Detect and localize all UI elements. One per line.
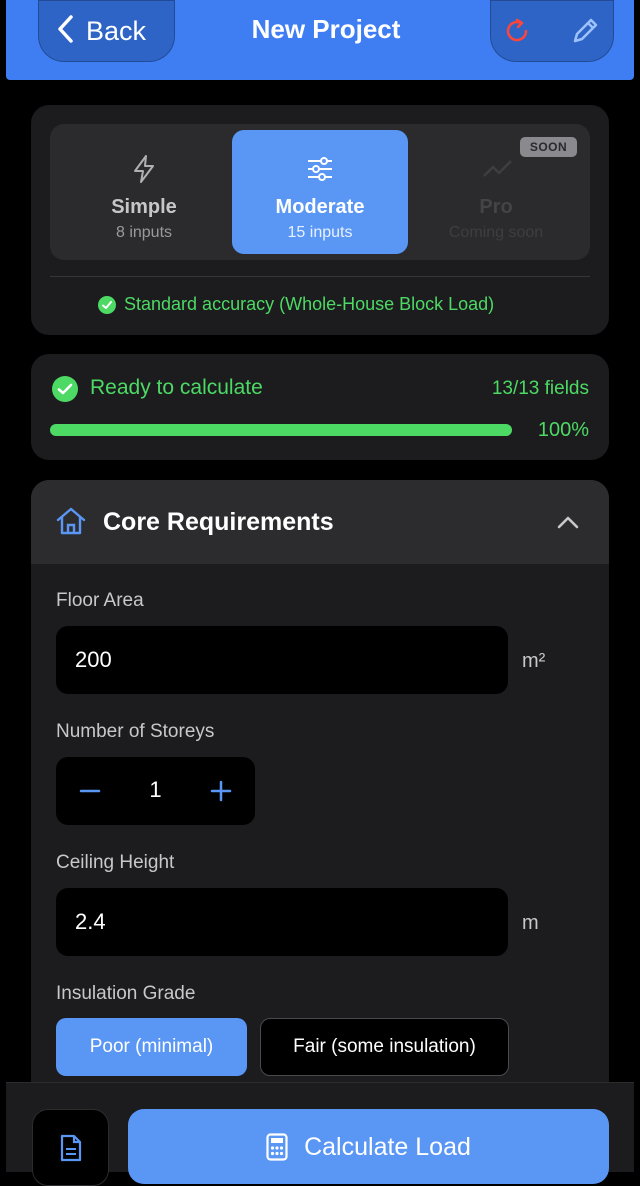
check-circle-icon <box>52 376 78 402</box>
storeys-stepper: 1 <box>56 757 255 825</box>
mode-name: Simple <box>111 196 177 218</box>
storeys-label: Number of Storeys <box>56 721 215 742</box>
top-bar: Back New Project <box>6 0 634 80</box>
back-button[interactable]: Back <box>38 0 175 62</box>
ceiling-height-input[interactable]: 2.4 <box>56 888 508 956</box>
insulation-option-fair[interactable]: Fair (some insulation) <box>260 1018 509 1076</box>
document-icon <box>60 1134 82 1162</box>
insulation-option-poor[interactable]: Poor (minimal) <box>56 1018 247 1076</box>
status-label: Ready to calculate <box>90 376 263 399</box>
progress-fill <box>50 424 512 436</box>
calculate-label: Calculate Load <box>304 1133 471 1161</box>
chevron-up-icon[interactable] <box>556 514 580 530</box>
progress-percent: 100% <box>537 419 589 441</box>
refresh-icon[interactable] <box>500 14 534 48</box>
section-header[interactable]: Core Requirements <box>31 480 609 564</box>
mode-simple[interactable]: Simple 8 inputs <box>56 130 232 254</box>
ceiling-height-label: Ceiling Height <box>56 852 175 873</box>
insulation-label: Insulation Grade <box>56 983 196 1004</box>
mode-name: Moderate <box>275 196 365 218</box>
section-title: Core Requirements <box>103 508 334 536</box>
mode-sub: 15 inputs <box>287 224 353 241</box>
floor-area-input[interactable]: 200 <box>56 626 508 694</box>
plus-icon[interactable] <box>209 779 233 803</box>
floor-area-label: Floor Area <box>56 590 144 611</box>
fields-count: 13/13 fields <box>491 378 589 399</box>
document-button[interactable] <box>32 1109 109 1186</box>
mode-sub: Coming soon <box>448 224 544 241</box>
back-label: Back <box>86 15 147 46</box>
check-circle-icon <box>98 295 116 314</box>
accuracy-text: Standard accuracy (Whole-House Block Loa… <box>124 294 495 314</box>
trend-icon <box>483 160 512 177</box>
ceiling-height-unit: m <box>522 912 539 934</box>
mode-moderate[interactable]: Moderate 15 inputs <box>232 130 408 254</box>
mode-sub: 8 inputs <box>115 224 173 241</box>
calculator-icon <box>266 1133 288 1161</box>
page-title: New Project <box>251 14 401 44</box>
floor-area-unit: m² <box>522 650 546 672</box>
divider <box>50 276 590 277</box>
lightning-icon <box>134 155 154 183</box>
accuracy-note: Standard accuracy (Whole-House Block Loa… <box>98 294 494 315</box>
calculate-button[interactable]: Calculate Load <box>128 1109 609 1184</box>
status-card <box>31 354 609 460</box>
pencil-icon[interactable] <box>568 14 602 48</box>
chevron-left-icon <box>56 14 74 49</box>
house-icon <box>56 507 86 535</box>
soon-badge: SOON <box>520 137 577 157</box>
mode-name: Pro <box>479 196 513 218</box>
header-actions <box>490 0 614 62</box>
sliders-icon <box>308 157 332 181</box>
mode-selector: Simple 8 inputs Moderate 15 inputs Pro C… <box>50 124 590 260</box>
progress-bar <box>50 424 512 436</box>
